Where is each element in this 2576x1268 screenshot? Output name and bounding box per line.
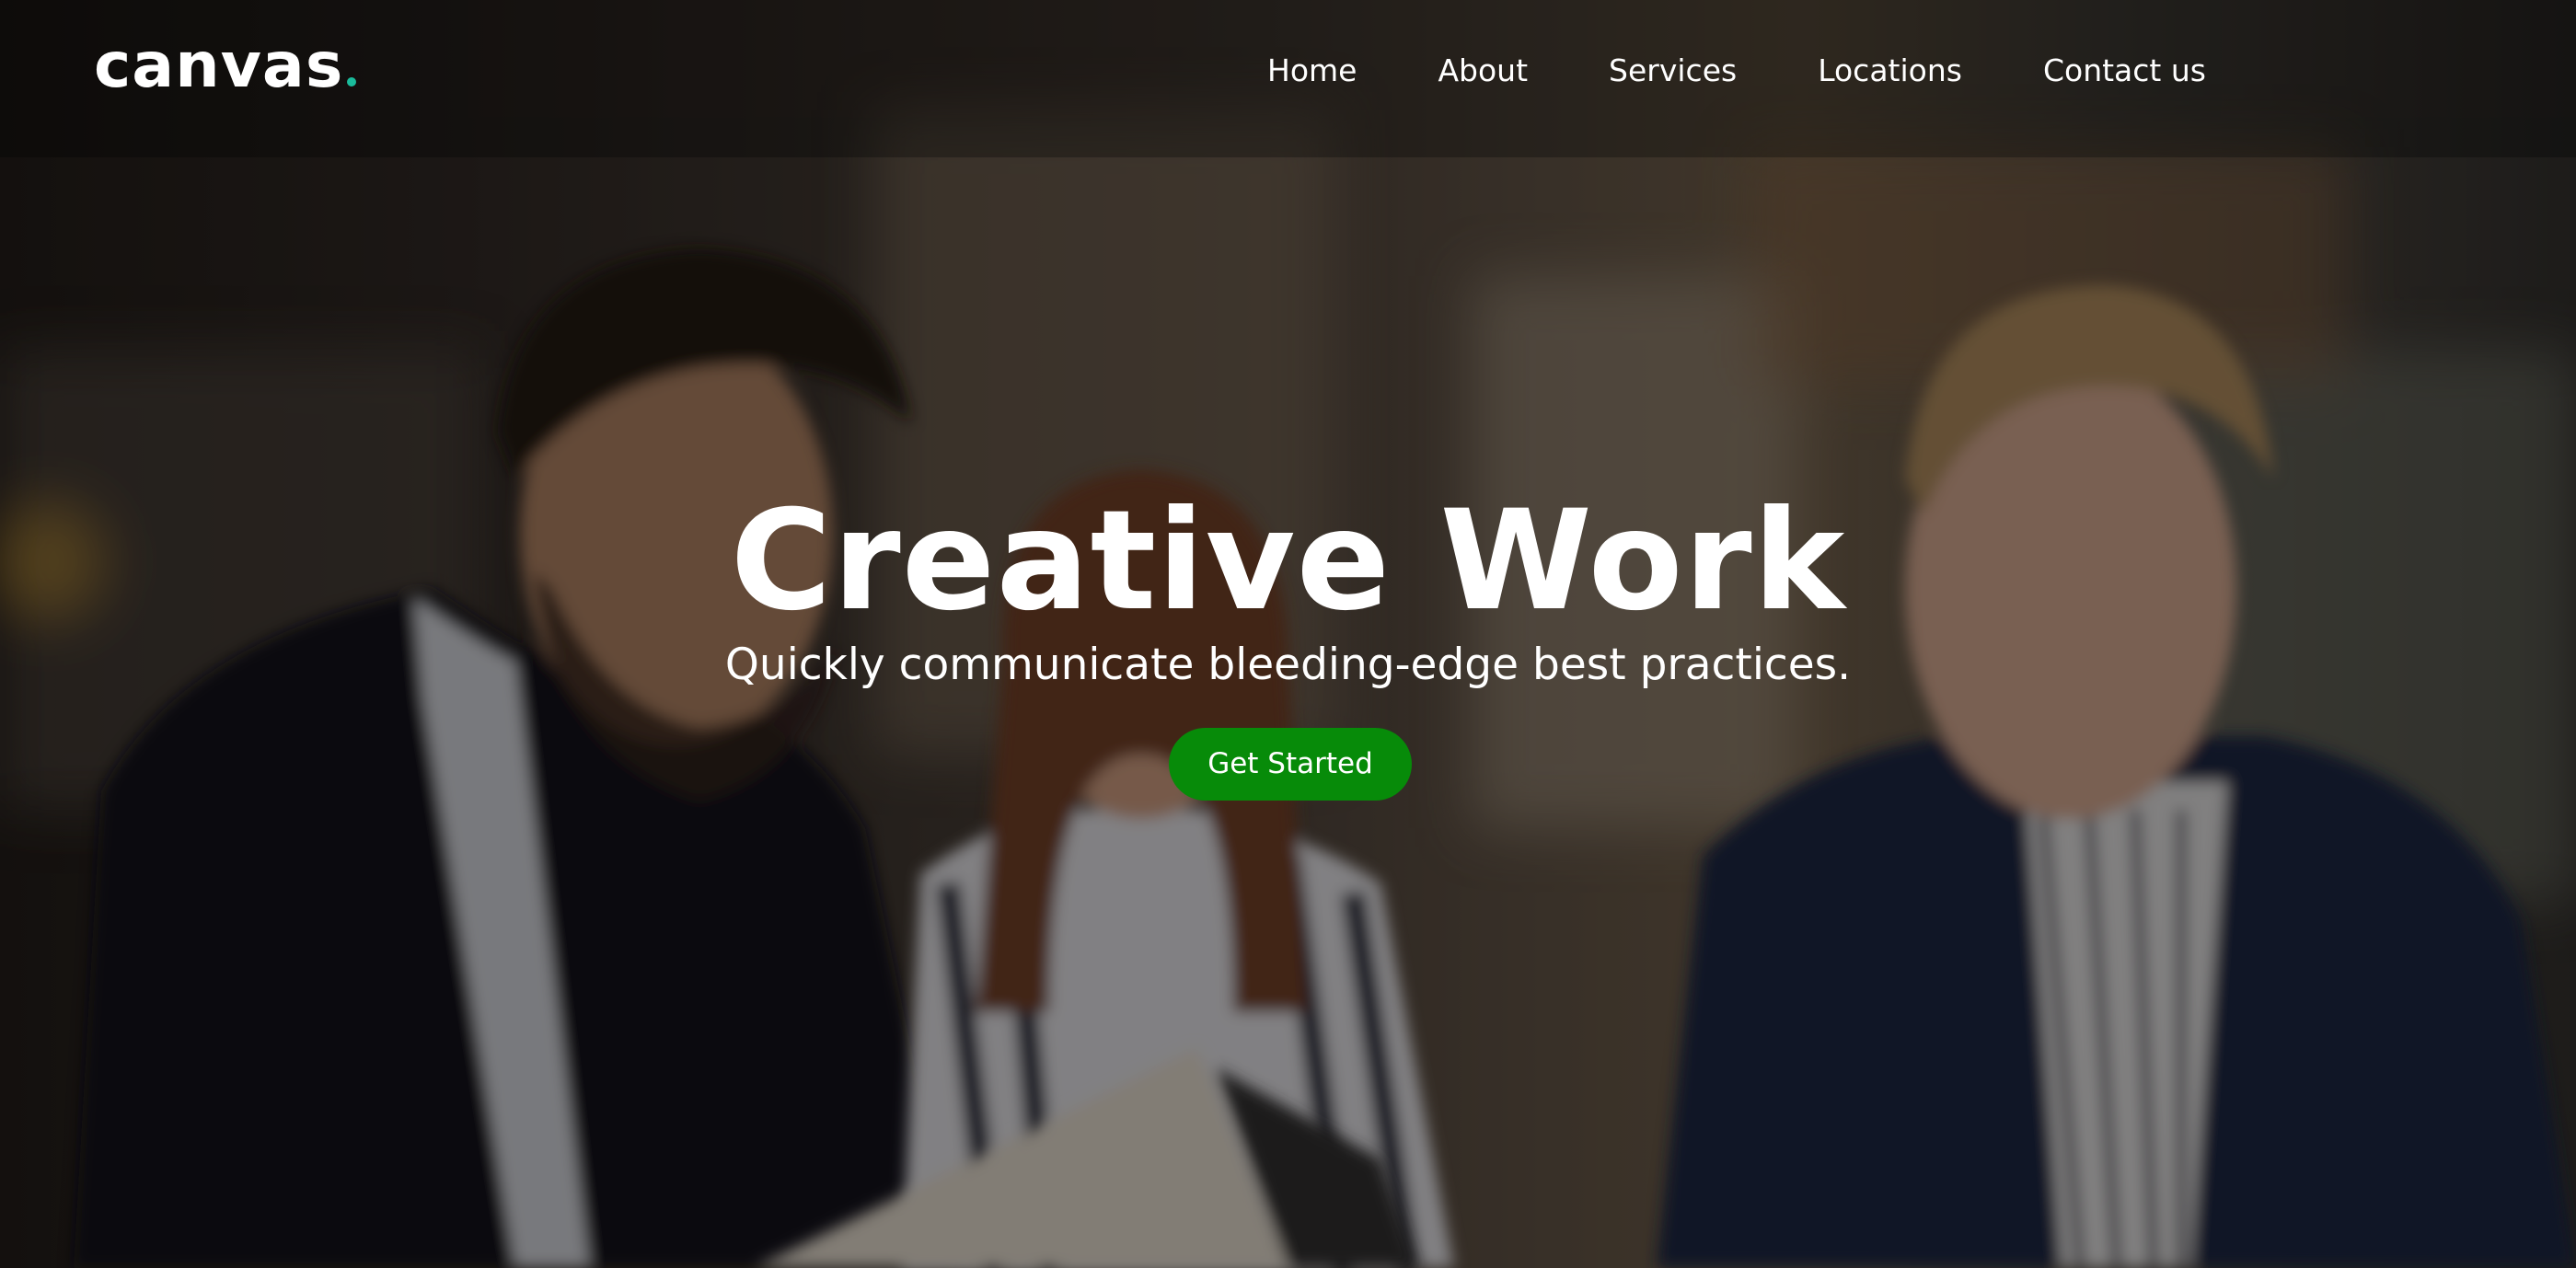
logo-text: canvas: [94, 29, 344, 102]
nav-link-home[interactable]: Home: [1267, 48, 1357, 94]
nav-link-locations[interactable]: Locations: [1818, 48, 1962, 94]
hero-title: Creative Work: [730, 481, 1846, 641]
logo-accent-dot: [347, 77, 357, 86]
site-logo[interactable]: canvas: [94, 26, 357, 107]
nav-link-contact[interactable]: Contact us: [2043, 48, 2206, 94]
main-nav: Home About Services Locations Contact us: [1267, 48, 2206, 94]
site-header: canvas Home About Services Locations Con…: [0, 0, 2576, 157]
nav-link-about[interactable]: About: [1438, 48, 1528, 94]
nav-link-services[interactable]: Services: [1609, 48, 1737, 94]
get-started-button[interactable]: Get Started: [1169, 728, 1412, 801]
hero-subtitle: Quickly communicate bleeding-edge best p…: [724, 640, 1852, 690]
